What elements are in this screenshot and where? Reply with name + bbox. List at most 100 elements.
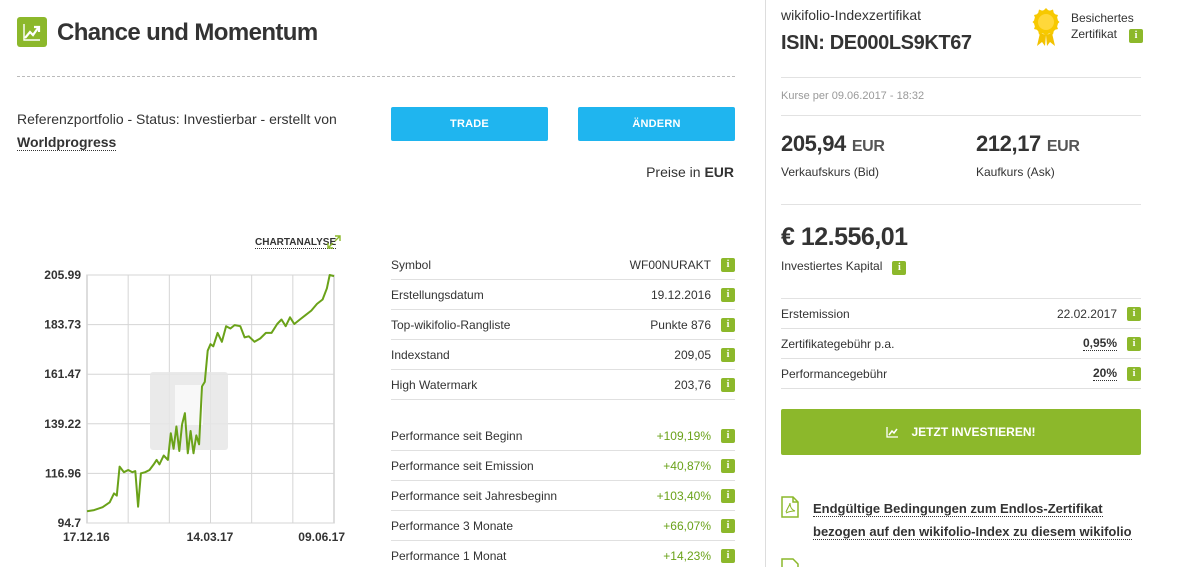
terms-document-link[interactable]: Endgültige Bedingungen zum Endlos-Zertif… <box>813 497 1143 543</box>
fee-label: Zertifikategebühr p.a. <box>781 336 895 351</box>
performance-row: Performance seit Jahresbeginn +103,40% i <box>391 481 735 511</box>
info-row: Indexstand 209,05 i <box>391 340 735 370</box>
performance-row: Performance seit Emission +40,87% i <box>391 451 735 481</box>
ask-value: 212,17 <box>976 131 1041 156</box>
portfolio-status: Referenzportfolio - Status: Investierbar… <box>17 108 347 154</box>
info-icon[interactable]: i <box>1127 306 1141 321</box>
expand-icon[interactable] <box>327 235 341 254</box>
certificate-type: wikifolio-Indexzertifikat <box>781 7 922 23</box>
info-label: Performance seit Jahresbeginn <box>391 488 558 503</box>
invested-capital: € 12.556,01 <box>781 223 908 251</box>
chartanalyse-link[interactable]: CHARTANALYSE <box>255 237 337 249</box>
isin: ISIN: DE000LS9KT67 <box>781 32 972 54</box>
performance-chart: 205.99 183.73 161.47 139.22 116.96 94.717.12.… <box>44 268 345 544</box>
info-value: +14,23% <box>663 548 711 563</box>
info-label: High Watermark <box>391 377 478 392</box>
terms-document-text: Endgültige Bedingungen zum Endlos-Zertif… <box>813 501 1132 540</box>
author-link[interactable]: Worldprogress <box>17 134 117 151</box>
info-icon[interactable]: i <box>1127 366 1141 381</box>
info-label: Symbol <box>391 257 432 272</box>
x-tick-label: 14.03.17 <box>187 530 234 544</box>
badge-line1: Besichertes <box>1071 11 1134 25</box>
info-value: WF00NURAKT <box>629 257 711 272</box>
info-icon[interactable]: i <box>721 518 735 533</box>
divider <box>781 204 1141 205</box>
performance-row: Performance 3 Monate +66,07% i <box>391 511 735 541</box>
invested-capital-label: Investiertes Kapital i <box>781 259 907 275</box>
quote-timestamp: Kurse per 09.06.2017 - 18:32 <box>781 90 925 102</box>
bid-label: Verkaufskurs (Bid) <box>781 165 880 179</box>
prices-in-currency: EUR <box>704 164 734 180</box>
info-row: High Watermark 203,76 i <box>391 370 735 400</box>
performance-row: Performance seit Beginn +109,19% i <box>391 421 735 451</box>
info-icon[interactable]: i <box>721 488 735 503</box>
performance-row: Performance 1 Monat +14,23% i <box>391 541 735 567</box>
divider <box>17 76 735 77</box>
info-icon[interactable]: i <box>721 428 735 443</box>
info-value: +66,07% <box>663 518 711 533</box>
info-table: Symbol WF00NURAKT i Erstellungsdatum 19.12.2… <box>391 250 735 567</box>
bid-price: 205,94 EUR <box>781 131 885 157</box>
prices-in-text: Preise in <box>646 164 701 180</box>
info-row: Top-wikifolio-Rangliste Punkte 876 i <box>391 310 735 340</box>
fee-label: Erstemission <box>781 306 850 321</box>
info-value: +40,87% <box>663 458 711 473</box>
badge-line2: Zertifikat <box>1071 27 1118 41</box>
trade-button[interactable]: TRADE <box>391 107 548 141</box>
info-icon[interactable]: i <box>721 377 735 392</box>
divider <box>781 115 1141 116</box>
y-tick-label: 94.7 <box>58 516 82 530</box>
trending-up-icon <box>17 17 47 47</box>
pdf-icon[interactable] <box>781 496 799 523</box>
fee-row: Zertifikategebühr p.a. 0,95% i <box>781 329 1141 359</box>
info-value: 209,05 <box>674 347 711 362</box>
info-label: Performance seit Beginn <box>391 428 523 443</box>
y-tick-label: 205.99 <box>44 268 81 282</box>
ask-label: Kaufkurs (Ask) <box>976 165 1055 179</box>
status-text: Referenzportfolio - Status: Investierbar… <box>17 111 337 127</box>
prices-in-label: Preise in EUR <box>646 164 734 180</box>
info-icon[interactable]: i <box>892 261 907 275</box>
info-label: Performance 3 Monate <box>391 518 514 533</box>
info-icon[interactable]: i <box>721 287 735 302</box>
fee-value: 22.02.2017 <box>1056 306 1117 321</box>
ask-currency: EUR <box>1046 138 1080 155</box>
y-tick-label: 183.73 <box>44 318 81 332</box>
secured-certificate-label: Besichertes Zertifikat i <box>1071 10 1144 43</box>
info-icon[interactable]: i <box>721 347 735 362</box>
info-value: +103,40% <box>656 488 711 503</box>
divider <box>781 77 1141 78</box>
pdf-icon[interactable] <box>781 558 799 567</box>
info-label: Indexstand <box>391 347 450 362</box>
ask-price: 212,17 EUR <box>976 131 1080 157</box>
bid-value: 205,94 <box>781 131 846 156</box>
y-tick-label: 116.96 <box>45 466 81 480</box>
info-icon[interactable]: i <box>721 317 735 332</box>
info-icon[interactable]: i <box>721 458 735 473</box>
info-icon[interactable]: i <box>1129 29 1144 43</box>
x-tick-label: 09.06.17 <box>298 530 345 544</box>
info-label: Performance seit Emission <box>391 458 534 473</box>
info-icon[interactable]: i <box>1127 336 1141 351</box>
gold-seal-icon <box>1031 7 1061 52</box>
fee-label: Performancegebühr <box>781 366 888 381</box>
info-value: Punkte 876 <box>650 317 711 332</box>
y-tick-label: 139.22 <box>44 417 81 431</box>
info-label: Erstellungsdatum <box>391 287 484 302</box>
info-icon[interactable]: i <box>721 548 735 563</box>
bid-currency: EUR <box>851 138 885 155</box>
info-icon[interactable]: i <box>721 257 735 272</box>
invest-now-button[interactable]: JETZT INVESTIEREN! <box>781 409 1141 455</box>
fee-value[interactable]: 20% <box>1092 366 1117 381</box>
page-title: Chance und Momentum <box>57 19 318 46</box>
capital-label-text: Investiertes Kapital <box>781 259 883 273</box>
info-value: 19.12.2016 <box>650 287 711 302</box>
invest-now-label: JETZT INVESTIEREN! <box>911 425 1036 439</box>
fees-table: Erstemission 22.02.2017 i Zertifikategebühr… <box>781 298 1141 389</box>
info-row: Erstellungsdatum 19.12.2016 i <box>391 280 735 310</box>
info-value: 203,76 <box>674 377 711 392</box>
info-value: +109,19% <box>656 428 711 443</box>
fee-value[interactable]: 0,95% <box>1082 336 1117 351</box>
change-button[interactable]: ÄNDERN <box>578 107 735 141</box>
